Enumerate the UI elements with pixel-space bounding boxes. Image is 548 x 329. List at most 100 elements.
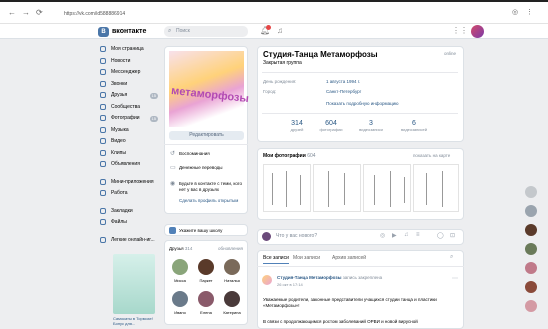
stat-videos[interactable]: 3 видеозаписи — [351, 120, 391, 132]
stat-photos[interactable]: 604 фотографии — [311, 120, 351, 132]
search-input[interactable]: ⌕ Поиск — [164, 26, 248, 37]
friend-avatar[interactable] — [198, 259, 214, 275]
sidebar-item-work[interactable]: Работа — [98, 188, 160, 200]
more-icon[interactable]: ⋯ — [452, 275, 458, 282]
camera-icon[interactable]: ◎ — [380, 232, 385, 239]
right-contact-avatar[interactable] — [525, 281, 537, 293]
edit-profile-button[interactable]: Редактировать — [169, 131, 244, 140]
sidebar-item-music[interactable]: Музыка — [98, 125, 160, 137]
extension-icon[interactable]: ◎ — [512, 8, 518, 18]
sidebar-item-friends[interactable]: Друзья 15 — [98, 90, 160, 102]
chat-icon — [100, 69, 106, 75]
sidebar-ad-image[interactable] — [113, 254, 155, 314]
music-icon — [100, 126, 106, 133]
composer-input[interactable]: Что у вас нового? — [276, 233, 317, 239]
friend-name[interactable]: Елена — [194, 310, 218, 315]
right-contact-avatar[interactable] — [525, 300, 537, 312]
right-chat-icon[interactable] — [525, 186, 537, 198]
friends-icon — [100, 92, 106, 98]
tab-all-posts[interactable]: Все записи — [263, 255, 289, 264]
reload-icon[interactable]: ⟳ — [36, 8, 43, 18]
sidebar-item-bookmarks[interactable]: Закладки — [98, 206, 160, 218]
friends-updates-link[interactable]: обновления — [218, 246, 243, 251]
friend-avatar[interactable] — [172, 259, 188, 275]
work-icon — [100, 190, 106, 196]
money-transfers-link[interactable]: ▭ Денежные переводы — [170, 165, 223, 171]
right-contact-avatar[interactable] — [525, 262, 537, 274]
profile-photo[interactable]: метаморфозы — [169, 51, 249, 127]
school-bar[interactable]: Укажите вашу школу — [164, 224, 248, 236]
sidebar-item-photos[interactable]: Фотографии 15 — [98, 113, 160, 125]
tab-archive[interactable]: Архив записей — [332, 255, 366, 261]
lock-icon: ◉ — [170, 181, 176, 187]
friend-avatar[interactable] — [198, 291, 214, 307]
birthday-label: День рождения: — [263, 79, 297, 84]
friends-title[interactable]: Друзья 314 — [169, 246, 192, 251]
photos-show-all[interactable]: показать на карте — [413, 153, 450, 158]
friend-name[interactable]: Мисса — [168, 278, 192, 283]
sidebar-item-files[interactable]: Файлы — [98, 217, 160, 229]
friend-name[interactable]: Наталья — [220, 278, 244, 283]
friend-avatar[interactable] — [172, 291, 188, 307]
sidebar-item-clips[interactable]: Клипы — [98, 148, 160, 160]
photo-thumb[interactable] — [313, 164, 361, 212]
forward-icon[interactable]: → — [22, 8, 30, 18]
sidebar-item-calls[interactable]: Звонки — [98, 79, 160, 91]
birthday-value[interactable]: 1 августа 1994 г. — [326, 79, 360, 84]
divider — [164, 144, 248, 145]
notification-badge — [266, 25, 271, 30]
ads-icon — [100, 161, 106, 167]
friend-name[interactable]: Ивано — [168, 310, 192, 315]
friend-name[interactable]: Паркет — [194, 278, 218, 283]
vk-logo-icon[interactable]: B — [98, 27, 109, 37]
post-date[interactable]: 26 окт в 17:14 — [277, 282, 303, 287]
search-icon[interactable]: ⌕ — [450, 254, 453, 261]
tab-my-posts[interactable]: Мои записи — [293, 255, 320, 261]
sidebar-item-ads[interactable]: Объявления — [98, 159, 160, 171]
stat-audios[interactable]: 6 видеозаписей — [394, 120, 434, 132]
sidebar-item-news[interactable]: Новости — [98, 56, 160, 68]
make-profile-open-link[interactable]: Сделать профиль открытым — [170, 198, 246, 204]
sidebar-item-games[interactable]: Легкие онлайн-иг... — [98, 235, 160, 247]
photo-thumb[interactable] — [263, 164, 311, 212]
apps-icon — [100, 178, 106, 185]
idea-icon[interactable]: ◯ — [437, 232, 444, 239]
profile-status: Закрытая группа — [263, 60, 302, 66]
friend-name[interactable]: Катерина — [220, 310, 244, 315]
file-icon — [100, 219, 106, 225]
right-camera-icon[interactable] — [525, 205, 537, 217]
post-author-avatar[interactable] — [262, 275, 272, 285]
sidebar-item-my-page[interactable]: Моя страница — [98, 44, 160, 56]
show-more-info-link[interactable]: Показать подробную информацию — [326, 101, 399, 106]
address-bar[interactable]: https://vk.com/id588886914 — [60, 8, 500, 20]
online-status: online — [444, 51, 457, 56]
photos-title[interactable]: Мои фотографии 604 — [263, 153, 316, 159]
city-value[interactable]: Санкт-Петербург — [326, 89, 361, 94]
right-contact-avatar[interactable] — [525, 224, 537, 236]
composer-avatar — [262, 232, 271, 241]
profile-avatar[interactable] — [471, 25, 484, 38]
photo-thumb[interactable] — [413, 164, 459, 212]
lock-icon[interactable]: ⊡ — [450, 232, 455, 239]
post-text: Уважаемые родители, законные представите… — [263, 297, 437, 308]
bookmark-icon — [100, 207, 106, 214]
menu-icon[interactable]: ⋮ — [526, 8, 533, 18]
video-icon[interactable]: ▶ — [392, 232, 397, 239]
article-icon[interactable]: ≡ — [416, 232, 420, 238]
friend-avatar[interactable] — [224, 291, 240, 307]
logo-text[interactable]: вконтакте — [112, 28, 146, 35]
music-icon[interactable]: ♫ — [404, 232, 409, 238]
music-icon[interactable]: ♫ — [277, 26, 283, 35]
post-author[interactable]: Студия-Танца Метаморфозы запись закрепле… — [277, 275, 382, 280]
memories-link[interactable]: ↺ Воспоминания — [170, 151, 210, 157]
apps-icon[interactable]: ⋮⋮ — [452, 26, 468, 35]
friend-avatar[interactable] — [224, 259, 240, 275]
sidebar-item-video[interactable]: Видео — [98, 136, 160, 148]
sidebar-item-communities[interactable]: Сообщества — [98, 102, 160, 114]
sidebar-ad-text[interactable]: Самокаты в Тормозе! Бонус для... — [113, 316, 161, 326]
back-icon[interactable]: ← — [8, 8, 16, 18]
photo-thumb[interactable] — [363, 164, 411, 212]
right-contact-avatar[interactable] — [525, 243, 537, 255]
sidebar-item-mini-apps[interactable]: Мини-приложения — [98, 177, 160, 189]
sidebar-item-messenger[interactable]: Мессенджер — [98, 67, 160, 79]
